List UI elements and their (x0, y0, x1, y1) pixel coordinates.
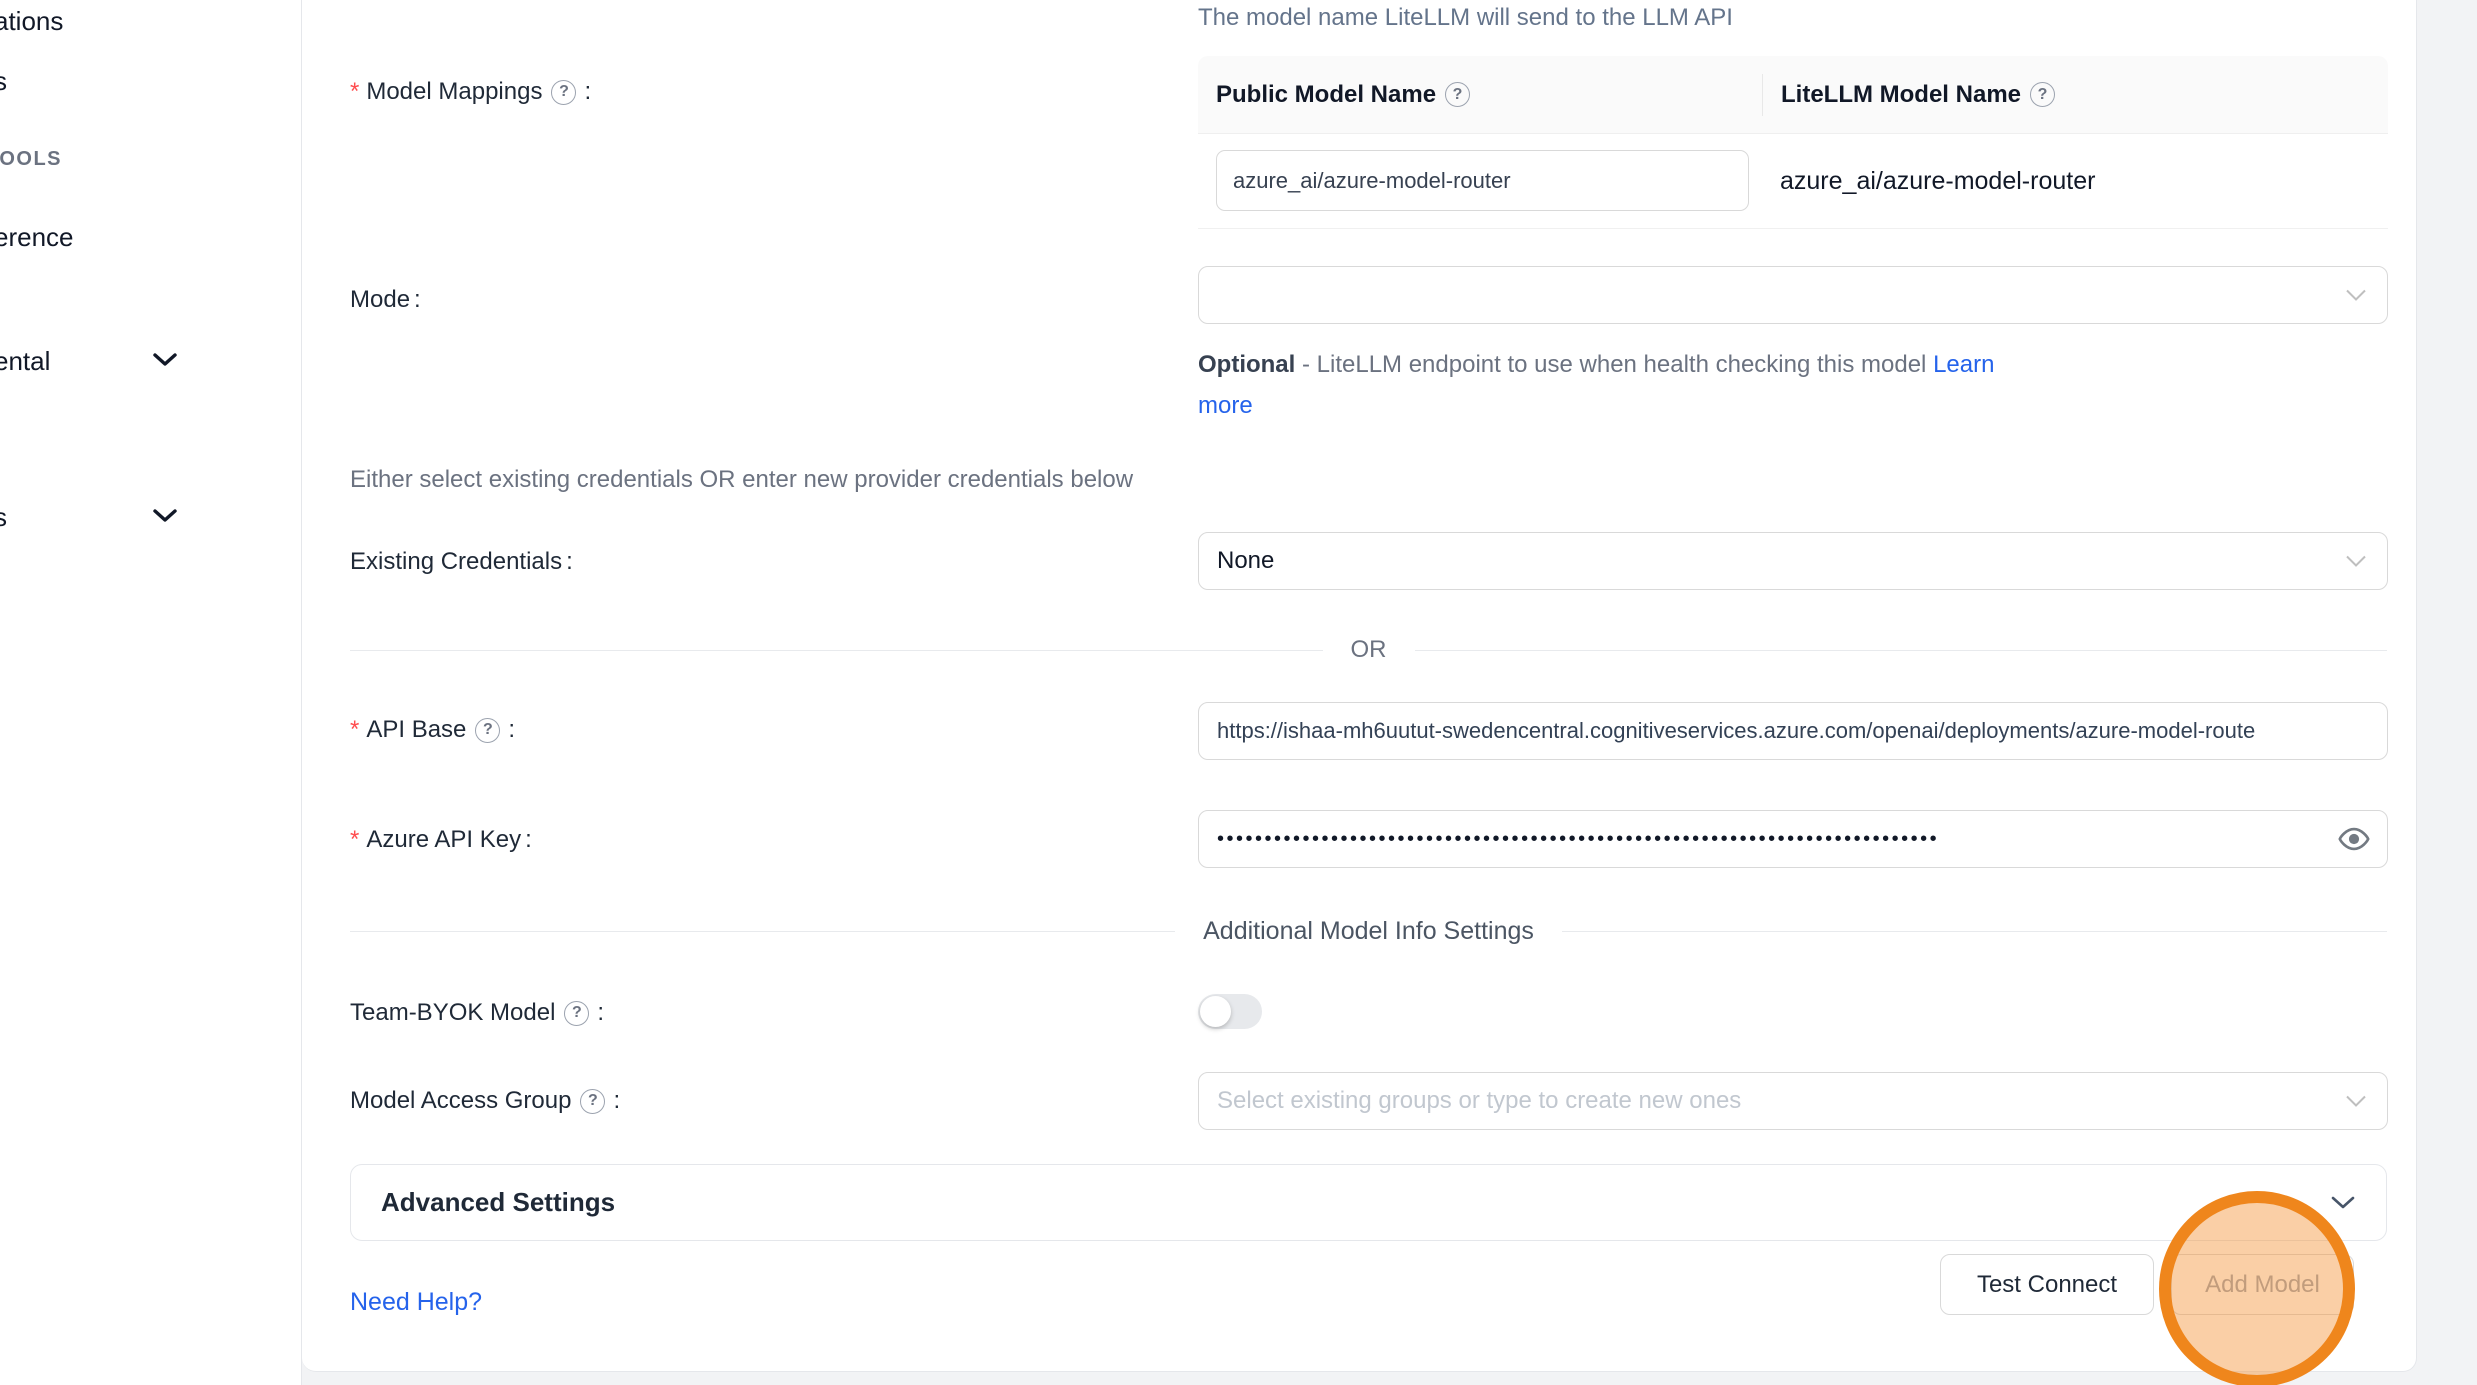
team-byok-toggle[interactable] (1198, 994, 1262, 1029)
sidebar-item-truncated-3[interactable]: erence (0, 222, 74, 253)
api-base-input[interactable]: https://ishaa-mh6uutut-swedencentral.cog… (1198, 702, 2388, 760)
help-icon[interactable]: ? (580, 1089, 605, 1114)
azure-api-key-input[interactable]: ••••••••••••••••••••••••••••••••••••••••… (1198, 810, 2388, 868)
public-model-name-column-header: Public Model Name ? (1198, 81, 1762, 109)
sidebar-section-tools: TOOLS (0, 148, 62, 171)
existing-credentials-select[interactable]: None (1198, 532, 2388, 590)
litellm-model-name-value: azure_ai/azure-model-router (1780, 134, 2095, 229)
mode-label: Mode: (350, 286, 421, 314)
required-asterisk: * (350, 78, 359, 106)
model-mappings-table-header: Public Model Name ? LiteLLM Model Name ? (1198, 56, 2388, 134)
sidebar: ations s TOOLS erence ental s (0, 0, 302, 1385)
team-byok-label: Team-BYOK Model ? : (350, 999, 604, 1027)
or-divider: OR (350, 636, 2387, 664)
help-icon[interactable]: ? (551, 80, 576, 105)
model-mappings-table-row: azure_ai/azure-model-router (1198, 134, 2388, 229)
masked-api-key-value: ••••••••••••••••••••••••••••••••••••••••… (1217, 828, 2312, 851)
add-model-form-card: The model name LiteLLM will send to the … (302, 0, 2417, 1372)
help-icon[interactable]: ? (564, 1001, 589, 1026)
chevron-down-icon (2345, 1095, 2367, 1108)
advanced-settings-panel[interactable]: Advanced Settings (350, 1164, 2387, 1241)
required-asterisk: * (350, 826, 359, 854)
required-asterisk: * (350, 716, 359, 744)
help-icon[interactable]: ? (2030, 82, 2055, 107)
sidebar-item-truncated-5[interactable]: s (0, 502, 7, 533)
test-connect-button[interactable]: Test Connect (1940, 1254, 2154, 1315)
add-model-page: ations s TOOLS erence ental s The model … (0, 0, 2477, 1385)
mode-select[interactable] (1198, 266, 2388, 324)
need-help-link[interactable]: Need Help? (350, 1288, 482, 1317)
sidebar-item-truncated-4[interactable]: ental (0, 346, 50, 377)
eye-icon[interactable] (2337, 827, 2371, 852)
chevron-down-icon (2345, 289, 2367, 302)
help-icon[interactable]: ? (1445, 82, 1470, 107)
model-mappings-label: * Model Mappings ? : (350, 78, 591, 106)
model-access-group-select[interactable]: Select existing groups or type to create… (1198, 1072, 2388, 1130)
chevron-down-icon (2345, 555, 2367, 568)
api-base-label: * API Base ? : (350, 716, 515, 744)
existing-credentials-label: Existing Credentials: (350, 548, 573, 576)
public-model-name-input[interactable] (1216, 150, 1749, 211)
azure-api-key-label: * Azure API Key: (350, 826, 532, 854)
advanced-settings-title: Advanced Settings (381, 1187, 615, 1218)
chevron-down-icon (2330, 1195, 2356, 1210)
help-icon[interactable]: ? (475, 718, 500, 743)
add-model-button[interactable]: Add Model (2171, 1254, 2354, 1315)
model-access-group-placeholder: Select existing groups or type to create… (1217, 1087, 1741, 1115)
litellm-model-name-hint: The model name LiteLLM will send to the … (1198, 4, 1733, 32)
model-mappings-table: Public Model Name ? LiteLLM Model Name ?… (1198, 56, 2388, 229)
additional-settings-divider: Additional Model Info Settings (350, 917, 2387, 946)
sidebar-item-truncated-2[interactable]: s (0, 66, 7, 97)
sidebar-item-truncated-1[interactable]: ations (0, 6, 63, 37)
model-access-group-label: Model Access Group ? : (350, 1087, 620, 1115)
toggle-knob (1200, 996, 1231, 1027)
chevron-down-icon[interactable] (152, 508, 178, 524)
mode-helper-text: Optional - LiteLLM endpoint to use when … (1198, 344, 2298, 426)
credentials-note: Either select existing credentials OR en… (350, 466, 1133, 494)
litellm-model-name-column-header: LiteLLM Model Name ? (1762, 74, 2059, 116)
chevron-down-icon[interactable] (152, 352, 178, 368)
